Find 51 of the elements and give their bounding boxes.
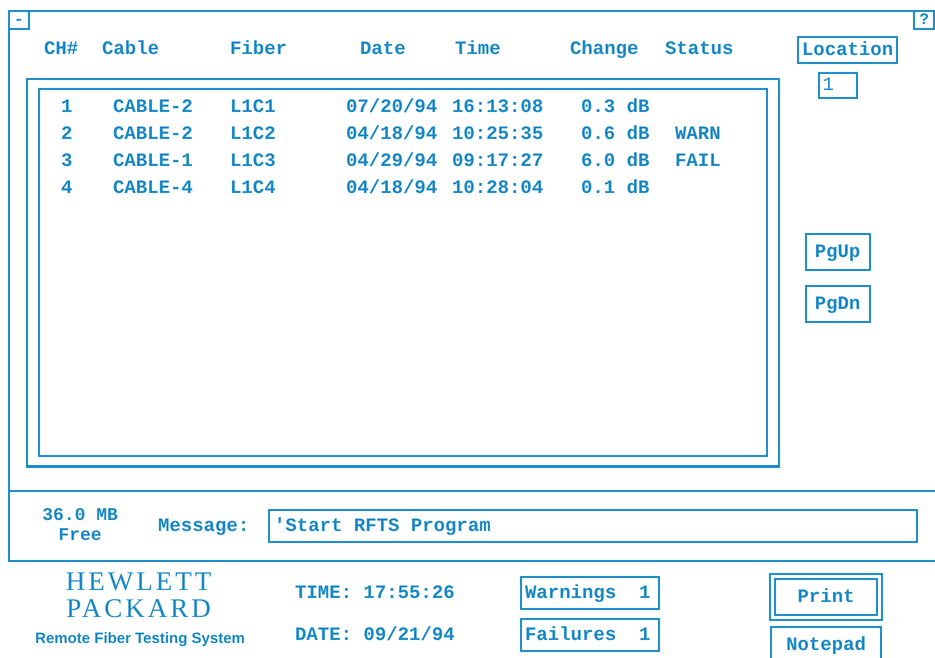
company-logo: PACKARD	[66, 595, 214, 622]
column-header: Cable	[102, 38, 160, 60]
table-cell-text: 2	[60, 122, 74, 147]
table-cell-text: 10:28:04	[452, 176, 544, 201]
table-cell-text: CABLE-2	[113, 95, 194, 120]
time-readout: TIME: 17:55:26	[295, 582, 456, 604]
column-header: CH#	[44, 38, 80, 60]
column-header: Status	[665, 38, 734, 60]
help-button[interactable]: ?	[913, 10, 935, 30]
table-cell-text: 07/20/94	[346, 95, 438, 120]
column-header: Fiber	[230, 38, 288, 60]
page-button[interactable]: PgUp	[804, 233, 870, 271]
table-cell-text: L1C1	[230, 95, 277, 120]
table-cell-text: 1	[60, 95, 74, 120]
message-label: Message:	[158, 515, 250, 537]
action-button[interactable]: Notepad	[770, 626, 882, 658]
table-cell-text: 10:25:35	[452, 122, 544, 147]
table-cell-text: L1C2	[230, 122, 277, 147]
table-cell-text: 04/29/94	[346, 149, 438, 174]
column-header: Date	[360, 38, 407, 60]
table-cell-text: 04/18/94	[346, 122, 438, 147]
table-cell-text: 4	[60, 176, 74, 201]
table-cell-text: 04/18/94	[346, 176, 438, 201]
company-logo: HEWLETT	[66, 568, 214, 595]
table-cell-text: 09:17:27	[452, 149, 544, 174]
column-header: Time	[455, 38, 502, 60]
table-cell-text: CABLE-4	[113, 176, 194, 201]
minimize-button[interactable]: -	[8, 10, 30, 30]
product-name: Remote Fiber Testing System	[35, 630, 245, 647]
date-readout: DATE: 09/21/94	[295, 624, 456, 646]
table-cell-text: WARN	[675, 122, 722, 147]
disk-free-label: Free	[58, 526, 102, 546]
table-cell-text: 6.0 dB	[581, 149, 650, 174]
table-cell-text: 16:13:08	[452, 95, 544, 120]
table-cell-text: CABLE-1	[113, 149, 194, 174]
table-cell-text: 0.6 dB	[581, 122, 650, 147]
location-label: Location	[796, 36, 898, 64]
message-field: 'Start RFTS Program	[268, 509, 918, 543]
counter-box: Failures 1	[520, 618, 660, 652]
table-cell-text: L1C3	[230, 149, 277, 174]
disk-size: 36.0 MB	[42, 506, 118, 526]
page-button[interactable]: PgDn	[804, 285, 870, 323]
table-cell-text: CABLE-2	[113, 122, 194, 147]
column-header: Change	[570, 38, 640, 60]
location-field[interactable]: 1	[818, 72, 858, 99]
table-cell-text: FAIL	[675, 149, 722, 174]
table-cell-text: 0.3 dB	[581, 95, 650, 120]
counter-box: Warnings 1	[520, 576, 660, 610]
table-cell-text: 0.1 dB	[581, 176, 650, 201]
table-cell-text: L1C4	[230, 176, 277, 201]
table-cell-text: 3	[60, 149, 74, 174]
